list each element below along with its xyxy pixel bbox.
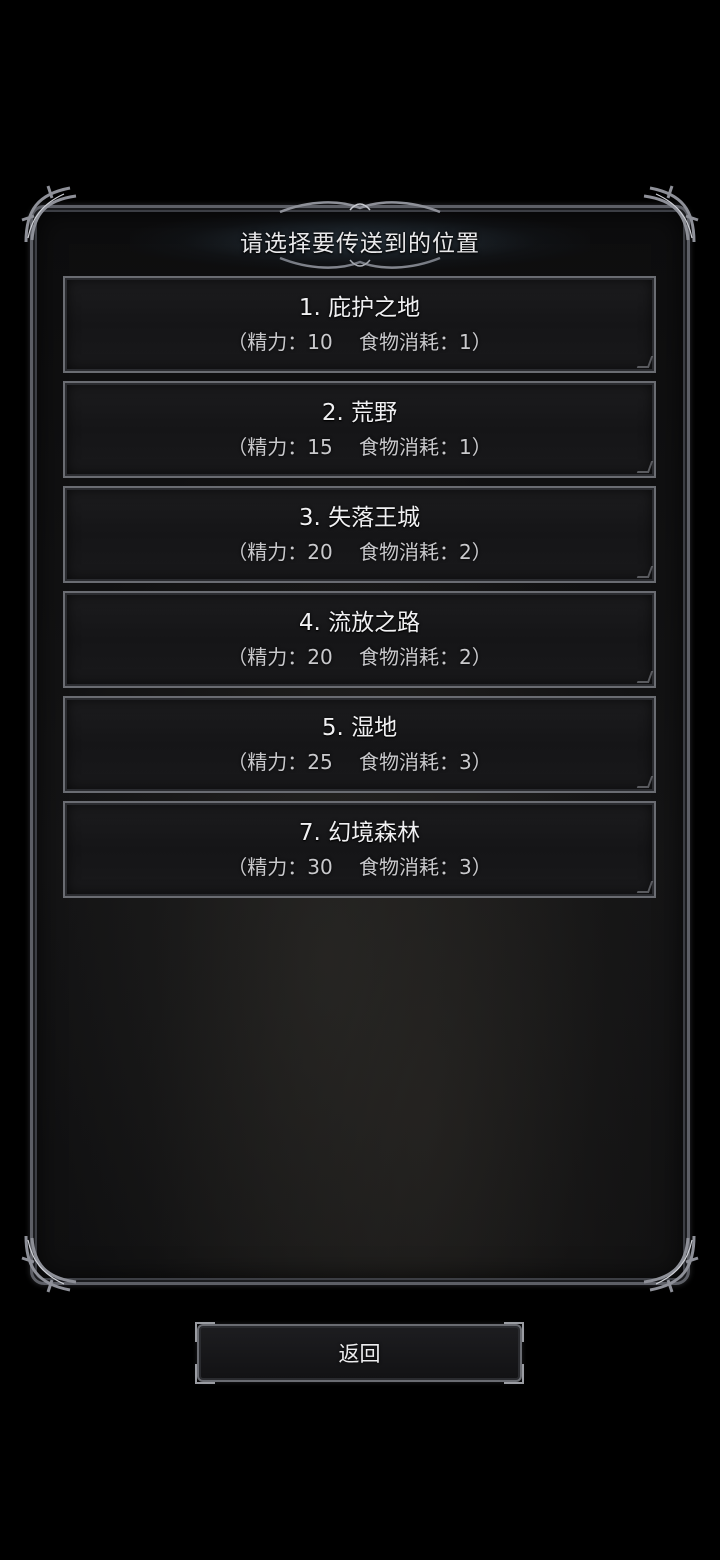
back-button[interactable]: 返回 [195,1322,524,1384]
location-option-lost-royal-city[interactable]: 3. 失落王城 （精力：20 食物消耗：2） [63,486,656,583]
location-name: 3. 失落王城 [298,504,421,531]
button-corner-ornament [504,1364,524,1384]
location-list: 1. 庇护之地 （精力：10 食物消耗：1） 2. 荒野 （精力：15 食物消耗… [63,276,656,906]
location-option-shelter[interactable]: 1. 庇护之地 （精力：10 食物消耗：1） [63,276,656,373]
location-name: 5. 湿地 [321,714,398,741]
dialog-title-banner: 请选择要传送到的位置 [130,212,590,270]
teleport-screen: 请选择要传送到的位置 1. 庇护之地 （精力：10 食物消耗：1） 2. 荒野 … [0,0,720,1560]
back-button-label: 返回 [338,1342,381,1366]
location-name: 7. 幻境森林 [298,819,421,846]
location-option-wilderness[interactable]: 2. 荒野 （精力：15 食物消耗：1） [63,381,656,478]
location-name: 1. 庇护之地 [298,294,421,321]
button-corner-ornament [195,1364,215,1384]
location-cost: （精力：25 食物消耗：3） [227,749,492,774]
location-option-illusion-forest[interactable]: 7. 幻境森林 （精力：30 食物消耗：3） [63,801,656,898]
location-cost: （精力：10 食物消耗：1） [227,329,492,354]
location-option-exile-road[interactable]: 4. 流放之路 （精力：20 食物消耗：2） [63,591,656,688]
location-cost: （精力：15 食物消耗：1） [227,434,492,459]
location-option-wetland[interactable]: 5. 湿地 （精力：25 食物消耗：3） [63,696,656,793]
dialog-title: 请选择要传送到的位置 [240,231,480,257]
location-name: 4. 流放之路 [298,609,421,636]
location-cost: （精力：30 食物消耗：3） [227,854,492,879]
button-corner-ornament [195,1322,215,1342]
location-cost: （精力：20 食物消耗：2） [227,644,492,669]
location-cost: （精力：20 食物消耗：2） [227,539,492,564]
button-corner-ornament [504,1322,524,1342]
location-name: 2. 荒野 [321,399,398,426]
